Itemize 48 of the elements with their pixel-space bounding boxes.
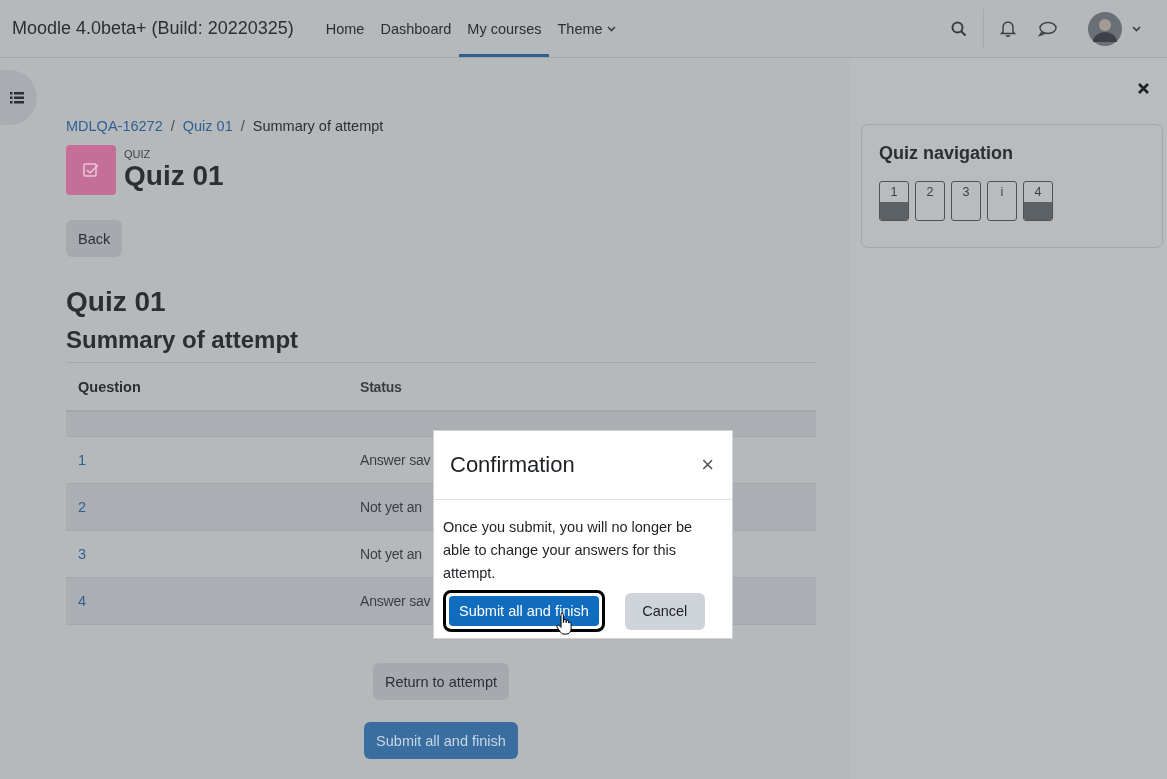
dialog-title: Confirmation <box>450 452 575 478</box>
breadcrumb-link[interactable]: MDLQA-16272 <box>66 118 163 134</box>
breadcrumb-link[interactable]: Quiz 01 <box>182 118 233 134</box>
submit-button[interactable]: Submit all and finish <box>364 722 518 759</box>
question-link[interactable]: 1 <box>78 452 360 468</box>
back-button[interactable]: Back <box>66 220 123 257</box>
page-title: Quiz 01 <box>124 160 224 192</box>
heading: Quiz 01 <box>66 285 167 319</box>
submit-button[interactable]: Submit all and finish <box>447 594 601 628</box>
question-button[interactable]: 4 <box>1023 181 1053 221</box>
breadcrumb-current: Summary of attempt <box>252 118 384 134</box>
nav-link[interactable]: Dashboard <box>372 0 460 57</box>
column-header: Question <box>78 378 142 395</box>
subheading: Summary of attempt <box>66 325 300 355</box>
question-link[interactable]: 4 <box>78 593 360 609</box>
table-cell: Answer sav <box>360 452 431 468</box>
close-icon[interactable] <box>1138 83 1149 94</box>
card-title: Quiz navigation <box>879 143 1014 164</box>
list-icon <box>9 91 24 104</box>
activity-type: QUIZ <box>124 148 152 160</box>
close-button[interactable]: × <box>699 452 716 478</box>
breadcrumb-separator: / <box>240 118 245 134</box>
chevron-down-icon <box>606 25 616 32</box>
bell-icon[interactable] <box>1000 20 1016 37</box>
column-header: Status <box>360 378 402 395</box>
breadcrumb-separator: / <box>170 118 175 134</box>
question-button[interactable]: i <box>987 181 1017 221</box>
return-button[interactable]: Return to attempt <box>373 663 509 700</box>
site-name[interactable]: Moodle 4.0beta+ (Build: 20220325) <box>12 18 294 39</box>
dialog-message: Once you submit, you will no longer be able to change your answers for this attempt. <box>443 518 694 583</box>
table-cell: Not yet an <box>360 546 422 562</box>
question-link[interactable]: 3 <box>78 546 360 562</box>
drawer-toggle-button[interactable] <box>0 70 37 125</box>
nav-link[interactable]: Theme <box>549 0 624 57</box>
nav-link[interactable]: My courses <box>459 0 550 57</box>
cancel-button[interactable]: Cancel <box>624 592 705 630</box>
chevron-down-icon[interactable] <box>1132 25 1141 32</box>
chat-bubble-icon[interactable] <box>1038 20 1057 37</box>
question-button[interactable]: 2 <box>915 181 945 221</box>
table-cell: Answer sav <box>360 593 431 609</box>
question-button[interactable]: 1 <box>879 181 909 221</box>
nav-link[interactable]: Home <box>317 0 373 57</box>
question-button[interactable]: 3 <box>951 181 981 221</box>
avatar[interactable] <box>1088 11 1122 46</box>
question-link[interactable]: 2 <box>78 499 360 515</box>
search-icon[interactable] <box>951 20 967 37</box>
quiz-icon <box>66 145 116 195</box>
table-cell: Not yet an <box>360 499 422 515</box>
